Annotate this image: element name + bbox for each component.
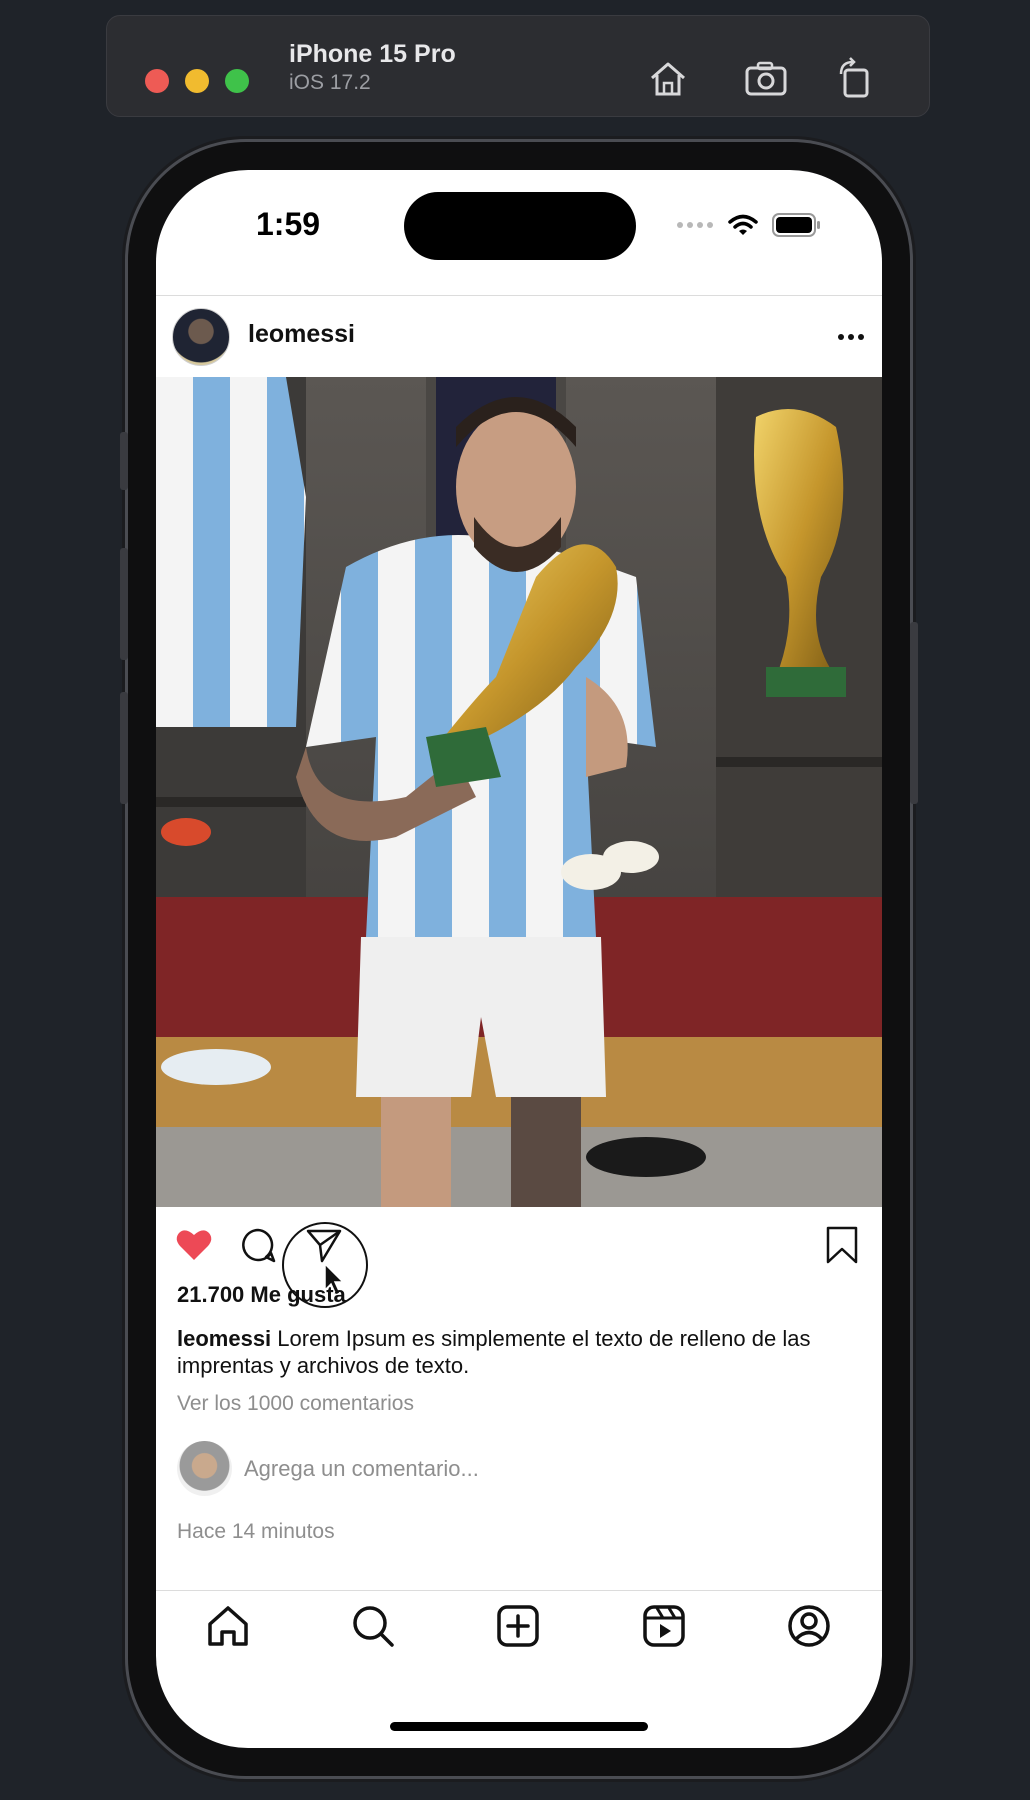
avatar[interactable]	[172, 308, 230, 366]
screenshot-icon[interactable]	[743, 56, 789, 102]
device-name: iPhone 15 Pro	[289, 40, 456, 68]
heart-filled-icon[interactable]	[174, 1225, 214, 1265]
reels-icon[interactable]	[640, 1602, 688, 1650]
comment-input[interactable]	[244, 1452, 844, 1486]
rotate-icon[interactable]	[833, 56, 879, 102]
home-icon[interactable]	[645, 56, 691, 102]
profile-icon[interactable]	[785, 1602, 833, 1650]
home-icon[interactable]	[204, 1602, 252, 1650]
os-version: iOS 17.2	[289, 71, 371, 94]
caption-text: Lorem Ipsum es simplemente el texto de r…	[177, 1326, 811, 1378]
status-indicators	[676, 210, 822, 240]
zoom-window-button[interactable]	[225, 69, 249, 93]
minimize-window-button[interactable]	[185, 69, 209, 93]
status-time: 1:59	[256, 206, 321, 242]
close-window-button[interactable]	[145, 69, 169, 93]
current-user-avatar	[177, 1441, 232, 1496]
home-indicator[interactable]	[390, 1722, 648, 1731]
caption-username[interactable]: leomessi	[177, 1326, 271, 1351]
like-count[interactable]: 21.700 Me gusta	[177, 1282, 346, 1308]
view-comments-link[interactable]: Ver los 1000 comentarios	[177, 1392, 414, 1416]
post-timestamp: Hace 14 minutos	[177, 1520, 335, 1543]
phone-screen: 1:59 leomessi 21.700 Me gusta leomessi L…	[156, 170, 882, 1748]
comment-icon[interactable]	[238, 1225, 278, 1265]
bookmark-icon[interactable]	[822, 1225, 862, 1265]
more-options-icon[interactable]	[836, 322, 866, 352]
post-photo[interactable]	[156, 377, 882, 1207]
search-icon[interactable]	[349, 1602, 397, 1650]
post-caption: leomessi Lorem Ipsum es simplemente el t…	[177, 1325, 867, 1379]
volume-up-button	[120, 548, 128, 660]
add-post-icon[interactable]	[494, 1602, 542, 1650]
signal-dots-icon	[677, 222, 713, 228]
wifi-icon	[728, 214, 758, 235]
post-header: leomessi	[156, 308, 882, 368]
simulator-toolbar: iPhone 15 Pro iOS 17.2	[106, 15, 930, 117]
dynamic-island	[404, 192, 636, 260]
tab-bar-divider	[156, 1590, 882, 1591]
action-button	[120, 432, 128, 490]
power-button	[910, 622, 918, 804]
volume-down-button	[120, 692, 128, 804]
post-username[interactable]: leomessi	[248, 320, 355, 349]
post-actions	[156, 1225, 882, 1275]
battery-icon	[772, 213, 820, 237]
header-divider	[156, 295, 882, 296]
